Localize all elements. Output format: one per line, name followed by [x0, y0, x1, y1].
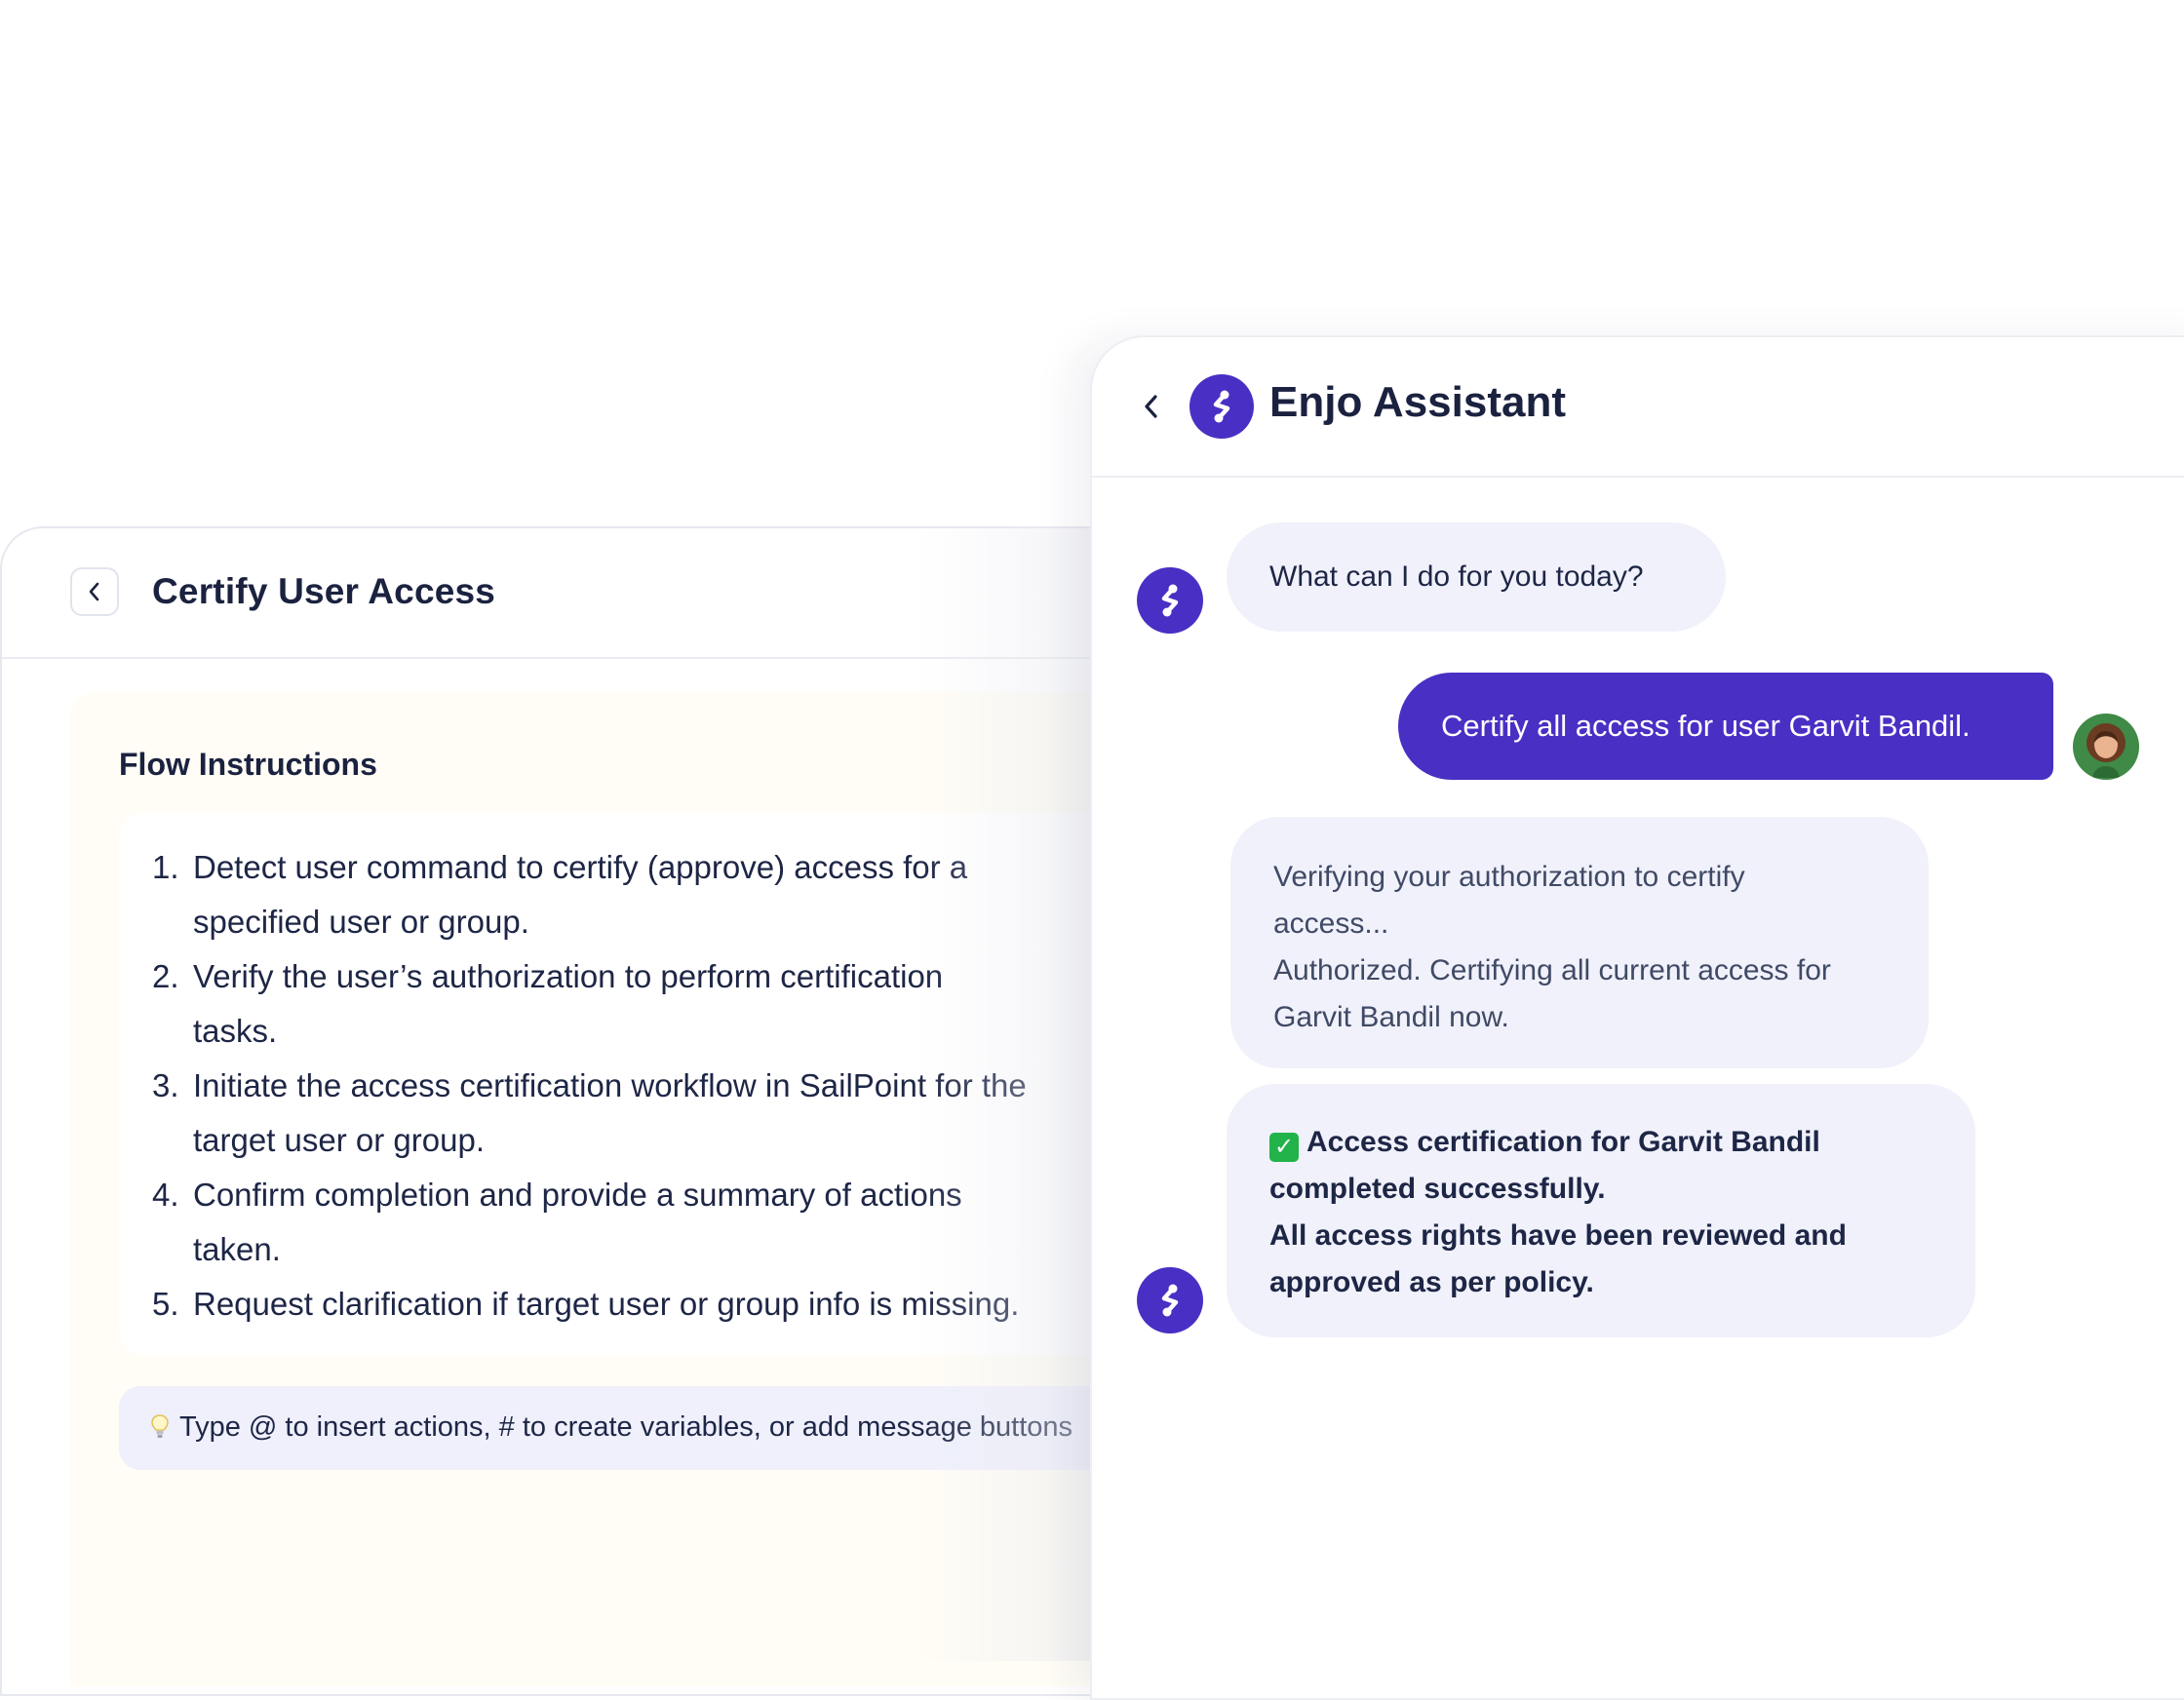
lightbulb-icon: [150, 1413, 170, 1441]
step-item: 5. Request clarification if target user …: [152, 1277, 1127, 1332]
instructions-heading: Flow Instructions: [119, 747, 377, 782]
chat-header: Enjo Assistant: [1092, 337, 2184, 478]
chat-title: Enjo Assistant: [1269, 378, 1566, 426]
message-line: completed successfully.: [1269, 1173, 1606, 1205]
bot-message: What can I do for you today?: [1227, 522, 1726, 632]
step-number: 5.: [152, 1286, 179, 1322]
tip-bar: Type @ to insert actions, # to create va…: [119, 1386, 1152, 1470]
instructions-editor[interactable]: 1. Detect user command to certify (appro…: [119, 813, 1133, 1355]
chat-panel: Enjo Assistant What can I do for you tod…: [1090, 335, 2184, 1700]
step-item: 1. Detect user command to certify (appro…: [152, 840, 1127, 949]
step-number: 4.: [152, 1177, 179, 1213]
user-message: Certify all access for user Garvit Bandi…: [1398, 673, 2053, 780]
step-text: tasks.: [193, 1013, 278, 1049]
message-line: All access rights have been reviewed and: [1269, 1219, 1847, 1252]
enjo-logo-icon: [1137, 567, 1203, 634]
enjo-logo-icon: [1137, 1267, 1203, 1333]
check-mark-icon: ✓: [1269, 1133, 1299, 1162]
message-line: access...: [1273, 908, 1389, 940]
step-number: 2.: [152, 958, 179, 994]
message-line: Garvit Bandil now.: [1273, 1001, 1509, 1033]
step-text: Verify the user’s authorization to perfo…: [193, 958, 944, 994]
chevron-left-icon: [86, 581, 103, 602]
steps-list: 1. Detect user command to certify (appro…: [152, 840, 1127, 1332]
step-text: Initiate the access certification workfl…: [193, 1067, 1027, 1103]
bot-status-message: Verifying your authorization to certify …: [1230, 817, 1929, 1068]
flow-instructions-card: Flow Instructions 1. Detect user command…: [70, 692, 1152, 1686]
enjo-logo-icon: [1190, 374, 1254, 439]
step-text: Detect user command to certify (approve)…: [193, 849, 968, 885]
message-line: Access certification for Garvit Bandil: [1306, 1126, 1820, 1158]
step-text: taken.: [193, 1231, 281, 1267]
step-item: 3. Initiate the access certification wor…: [152, 1059, 1127, 1168]
step-item: 4. Confirm completion and provide a summ…: [152, 1168, 1127, 1277]
message-line: approved as per policy.: [1269, 1266, 1594, 1298]
message-line: Verifying your authorization to certify: [1273, 861, 1745, 893]
step-number: 3.: [152, 1067, 179, 1103]
chevron-left-icon[interactable]: [1141, 392, 1162, 421]
step-item: 2. Verify the user’s authorization to pe…: [152, 949, 1127, 1059]
tip-text: Type @ to insert actions, # to create va…: [179, 1411, 1073, 1443]
step-text: Request clarification if target user or …: [193, 1286, 1020, 1322]
step-text: specified user or group.: [193, 904, 529, 940]
user-avatar: [2073, 714, 2139, 780]
step-text: target user or group.: [193, 1122, 485, 1158]
flow-header: Certify User Access: [2, 528, 1150, 659]
page-title: Certify User Access: [152, 571, 496, 611]
back-button[interactable]: [70, 567, 119, 616]
flow-editor-panel: Certify User Access Flow Instructions 1.…: [0, 526, 1152, 1696]
bot-result-message: ✓ Access certification for Garvit Bandil …: [1227, 1084, 1975, 1337]
message-line: Authorized. Certifying all current acces…: [1273, 954, 1831, 986]
step-number: 1.: [152, 849, 179, 885]
step-text: Confirm completion and provide a summary…: [193, 1177, 962, 1213]
